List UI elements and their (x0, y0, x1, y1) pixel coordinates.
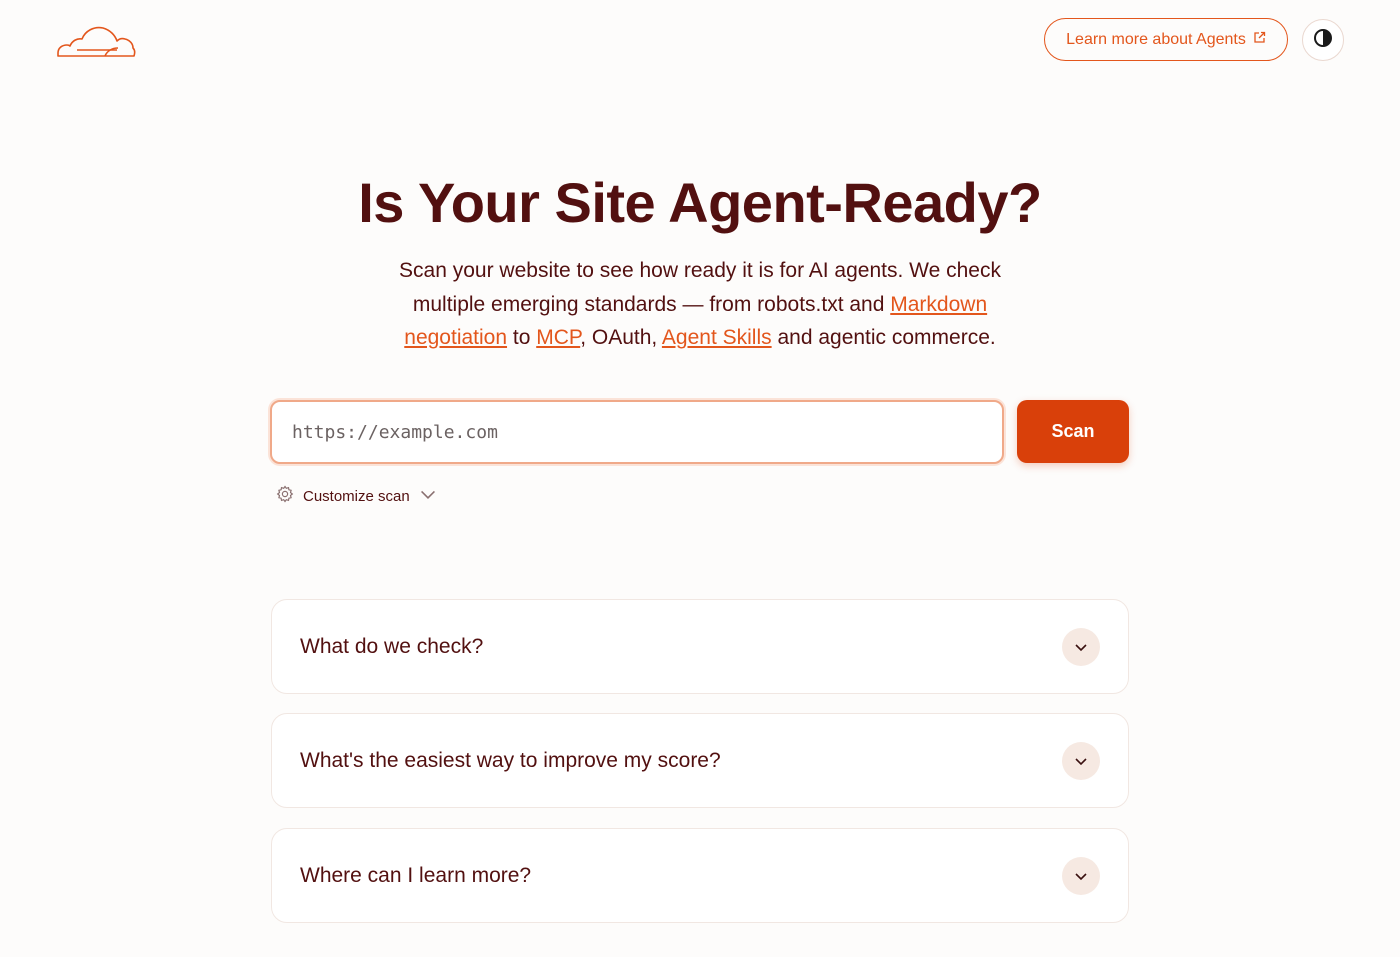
customize-scan-toggle[interactable]: Customize scan (276, 485, 437, 507)
page-title: Is Your Site Agent-Ready? (358, 171, 1042, 234)
subtitle-text: , OAuth, (580, 326, 662, 349)
customize-scan-label: Customize scan (303, 487, 410, 505)
faq-question: Where can I learn more? (300, 863, 532, 887)
agent-skills-link[interactable]: Agent Skills (662, 326, 772, 349)
gear-icon (276, 485, 294, 507)
contrast-icon (1313, 28, 1333, 53)
chevron-down-icon[interactable] (1062, 741, 1100, 780)
mcp-link[interactable]: MCP (536, 326, 580, 349)
scan-button[interactable]: Scan (1017, 400, 1129, 463)
page-subtitle: Scan your website to see how ready it is… (390, 254, 1010, 355)
cloudflare-logo-icon[interactable] (55, 20, 137, 60)
learn-more-label: Learn more about Agents (1066, 30, 1246, 48)
faq-item-learn-more[interactable]: Where can I learn more? (271, 828, 1129, 923)
faq-item-improve-score[interactable]: What's the easiest way to improve my sco… (271, 713, 1129, 808)
theme-toggle-button[interactable] (1302, 19, 1344, 61)
url-input[interactable] (270, 400, 1004, 464)
chevron-down-icon[interactable] (1062, 627, 1100, 666)
faq-question: What's the easiest way to improve my sco… (300, 748, 721, 772)
external-link-icon (1253, 31, 1266, 49)
learn-more-agents-link[interactable]: Learn more about Agents (1044, 18, 1288, 61)
faq-item-what-we-check[interactable]: What do we check? (271, 599, 1129, 694)
faq-question: What do we check? (300, 634, 484, 658)
subtitle-text: to (507, 326, 537, 349)
subtitle-text: and agentic commerce. (771, 326, 996, 349)
chevron-down-icon[interactable] (1062, 856, 1100, 895)
chevron-down-icon (419, 485, 437, 507)
